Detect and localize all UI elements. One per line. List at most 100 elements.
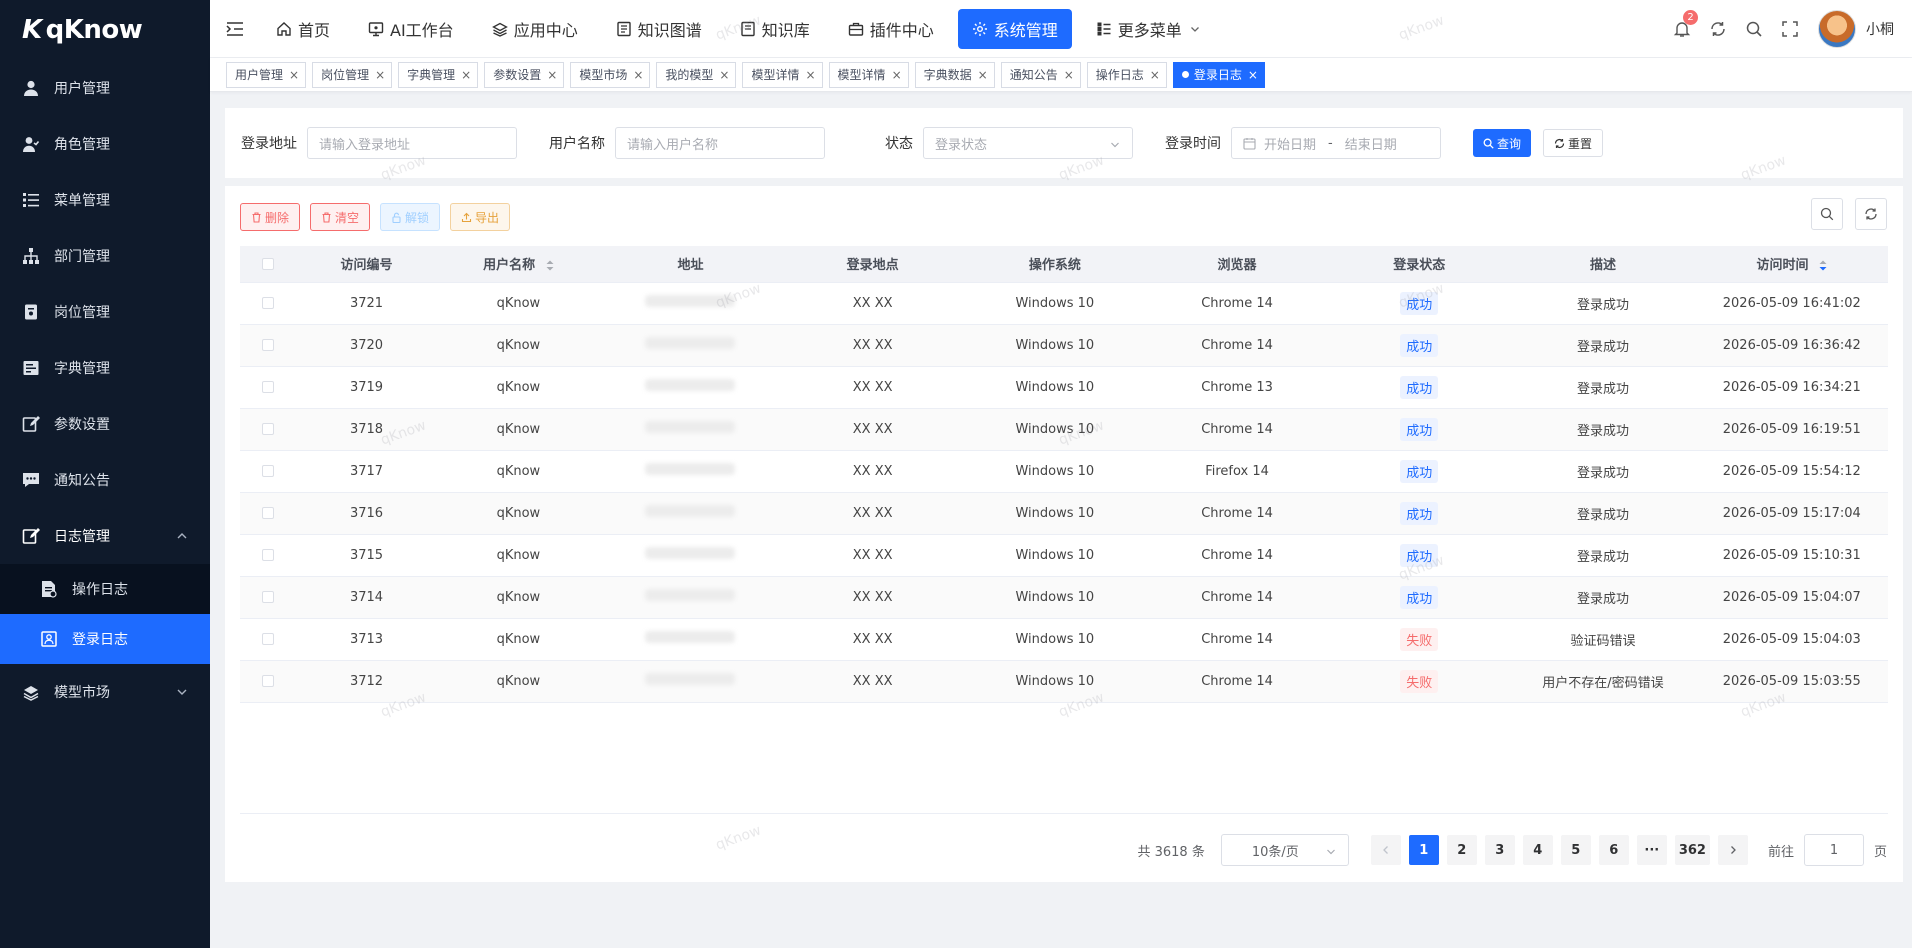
row-checkbox[interactable]	[261, 507, 274, 519]
page-button[interactable]: 3	[1484, 835, 1515, 865]
tab-tag[interactable]: 登录日志 ×	[1172, 61, 1265, 88]
fullscreen-icon[interactable]	[1780, 19, 1800, 39]
tab-tag[interactable]: 字典数据 ×	[914, 61, 995, 88]
close-icon[interactable]: ×	[375, 68, 385, 82]
row-checkbox[interactable]	[261, 381, 274, 393]
clear-button[interactable]: 清空	[310, 203, 371, 231]
sidebar-item-params[interactable]: 参数设置	[0, 396, 210, 452]
username-input[interactable]: 请输入用户名称	[615, 127, 825, 159]
delete-button[interactable]: 删除	[240, 203, 301, 231]
address-input[interactable]: 请输入登录地址	[307, 127, 517, 159]
date-range-picker[interactable]: 开始日期 - 结束日期	[1231, 127, 1441, 159]
bell-icon[interactable]: 2	[1672, 10, 1698, 39]
table-row[interactable]: 3717 qKnow XX XX Windows 10 Firefox 14 成功 登录成功…	[240, 450, 1888, 493]
sidebar-item-post[interactable]: 岗位管理	[0, 284, 210, 340]
table-row[interactable]: 3716 qKnow XX XX Windows 10 Chrome 14 成功 登录成功 2…	[240, 492, 1888, 535]
row-checkbox[interactable]	[261, 675, 274, 687]
avatar[interactable]	[1818, 10, 1856, 48]
toggle-search-button[interactable]	[1811, 198, 1843, 230]
close-icon[interactable]: ×	[719, 68, 729, 82]
page-button[interactable]: 1	[1408, 835, 1439, 865]
sort-icon[interactable]	[546, 260, 554, 271]
sort-icon[interactable]	[1819, 260, 1827, 271]
next-page-button[interactable]	[1717, 835, 1748, 865]
nav-knowledge-base[interactable]: 知识库	[726, 9, 824, 49]
goto-page-input[interactable]: 1	[1803, 834, 1864, 866]
app-logo[interactable]: K qKnow	[0, 0, 210, 60]
tab-tag[interactable]: 模型详情 ×	[742, 61, 823, 88]
table-row[interactable]: 3721 qKnow XX XX Windows 10 Chrome 14 成功 登录成功 2…	[240, 282, 1888, 325]
row-checkbox[interactable]	[261, 339, 274, 351]
row-checkbox[interactable]	[261, 423, 274, 435]
sidebar-item-operation-log[interactable]: 操作日志	[0, 564, 210, 614]
export-button[interactable]: 导出	[450, 203, 511, 231]
sidebar-item-model-market[interactable]: 模型市场	[0, 664, 210, 720]
close-icon[interactable]: ×	[892, 68, 902, 82]
close-icon[interactable]: ×	[633, 68, 643, 82]
close-icon[interactable]: ×	[1150, 68, 1160, 82]
more-pages-button[interactable]: ···	[1636, 835, 1667, 865]
sidebar-item-menu[interactable]: 菜单管理	[0, 172, 210, 228]
page-button[interactable]: 362	[1674, 835, 1710, 865]
tab-tag[interactable]: 用户管理 ×	[226, 61, 307, 88]
page-button[interactable]: 5	[1560, 835, 1591, 865]
tab-tag[interactable]: 岗位管理 ×	[312, 61, 393, 88]
refresh-table-button[interactable]	[1855, 198, 1887, 230]
nav-knowledge-graph[interactable]: 知识图谱	[602, 9, 716, 49]
nav-home[interactable]: 首页	[262, 9, 344, 49]
row-checkbox[interactable]	[261, 591, 274, 603]
tab-tag[interactable]: 参数设置 ×	[484, 61, 565, 88]
reset-button[interactable]: 重置	[1543, 129, 1604, 157]
sidebar-item-department[interactable]: 部门管理	[0, 228, 210, 284]
table-row[interactable]: 3712 qKnow XX XX Windows 10 Chrome 14 失败 用户不存在…	[240, 660, 1888, 703]
sidebar-item-dictionary[interactable]: 字典管理	[0, 340, 210, 396]
table-row[interactable]: 3720 qKnow XX XX Windows 10 Chrome 14 成功 登录成功 2…	[240, 324, 1888, 367]
sidebar-item-log[interactable]: 日志管理	[0, 508, 210, 564]
sidebar-item-login-log[interactable]: 登录日志	[0, 614, 210, 664]
search-icon[interactable]	[1744, 19, 1764, 39]
close-icon[interactable]: ×	[1248, 68, 1258, 82]
collapse-sidebar-icon[interactable]	[224, 18, 246, 40]
tab-tag[interactable]: 模型市场 ×	[570, 61, 651, 88]
sidebar-item-user[interactable]: 用户管理	[0, 60, 210, 116]
nav-system-management[interactable]: 系统管理	[957, 8, 1072, 49]
tab-tag[interactable]: 模型详情 ×	[828, 61, 909, 88]
row-checkbox[interactable]	[261, 297, 274, 309]
sidebar-item-role[interactable]: 角色管理	[0, 116, 210, 172]
close-icon[interactable]: ×	[978, 68, 988, 82]
header-username[interactable]: 用户名称	[437, 246, 600, 283]
select-all-checkbox[interactable]	[261, 257, 274, 270]
tab-tag[interactable]: 通知公告 ×	[1000, 61, 1081, 88]
nav-more-menu[interactable]: 更多菜单	[1082, 9, 1214, 49]
tab-tag[interactable]: 操作日志 ×	[1086, 61, 1167, 88]
table-row[interactable]: 3719 qKnow XX XX Windows 10 Chrome 13 成功 登录成功 2…	[240, 366, 1888, 409]
username[interactable]: 小桐	[1866, 19, 1894, 39]
nav-plugin-center[interactable]: 插件中心	[834, 9, 948, 49]
tab-tag[interactable]: 我的模型 ×	[656, 61, 737, 88]
nav-ai-workbench[interactable]: AI工作台	[354, 9, 468, 49]
header-time[interactable]: 访问时间	[1695, 246, 1888, 283]
row-checkbox[interactable]	[261, 633, 274, 645]
close-icon[interactable]: ×	[547, 68, 557, 82]
close-icon[interactable]: ×	[461, 68, 471, 82]
table-row[interactable]: 3713 qKnow XX XX Windows 10 Chrome 14 失败 验证码错误…	[240, 618, 1888, 661]
refresh-icon[interactable]	[1708, 19, 1728, 39]
table-row[interactable]: 3715 qKnow XX XX Windows 10 Chrome 14 成功 登录成功 2…	[240, 534, 1888, 577]
table-row[interactable]: 3718 qKnow XX XX Windows 10 Chrome 14 成功 登录成功 2…	[240, 408, 1888, 451]
page-button[interactable]: 6	[1598, 835, 1629, 865]
search-button[interactable]: 查询	[1473, 129, 1532, 157]
close-icon[interactable]: ×	[805, 68, 815, 82]
tab-tag[interactable]: 字典管理 ×	[398, 61, 479, 88]
prev-page-button[interactable]	[1370, 835, 1401, 865]
row-checkbox[interactable]	[261, 549, 274, 561]
status-select[interactable]: 登录状态	[923, 127, 1133, 159]
page-button[interactable]: 2	[1446, 835, 1477, 865]
close-icon[interactable]: ×	[1064, 68, 1074, 82]
row-checkbox[interactable]	[261, 465, 274, 477]
sidebar-item-notice[interactable]: 通知公告	[0, 452, 210, 508]
unlock-button[interactable]: 解锁	[380, 203, 441, 231]
nav-app-center[interactable]: 应用中心	[478, 9, 592, 49]
close-icon[interactable]: ×	[289, 68, 299, 82]
page-button[interactable]: 4	[1522, 835, 1553, 865]
page-size-select[interactable]: 10条/页	[1220, 834, 1349, 866]
